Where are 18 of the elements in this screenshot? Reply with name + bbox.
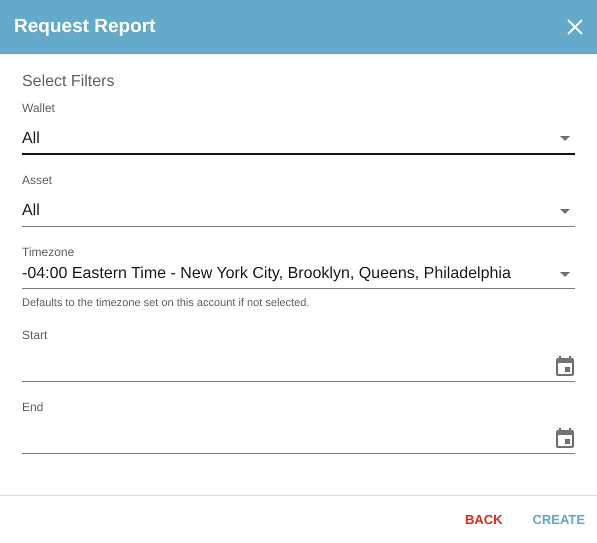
- close-icon[interactable]: [567, 19, 583, 35]
- dropdown-caret-icon: [560, 272, 570, 276]
- select-field[interactable]: All: [22, 188, 575, 227]
- select-field[interactable]: All: [22, 116, 575, 155]
- dropdown-caret-icon: [560, 208, 570, 214]
- calendar-icon[interactable]: [555, 428, 575, 448]
- field-label: Start: [22, 327, 48, 343]
- field-label: Timezone: [22, 244, 76, 260]
- field-label: End: [22, 399, 44, 415]
- helper-text: Defaults to the timezone set on this account if not selected.: [22, 296, 310, 310]
- dialog-title: Request Report: [14, 14, 156, 39]
- section-title: Select Filters: [22, 73, 116, 91]
- field-label: Asset: [22, 172, 54, 188]
- calendar-icon[interactable]: [555, 356, 575, 376]
- back-button[interactable]: BACK: [464, 510, 503, 530]
- select-field[interactable]: -04:00 Eastern Time - New York City, Brooklyn, Queens, Philadelphia: [22, 260, 575, 289]
- field-label: Wallet: [22, 100, 56, 116]
- dropdown-caret-icon: [560, 136, 570, 141]
